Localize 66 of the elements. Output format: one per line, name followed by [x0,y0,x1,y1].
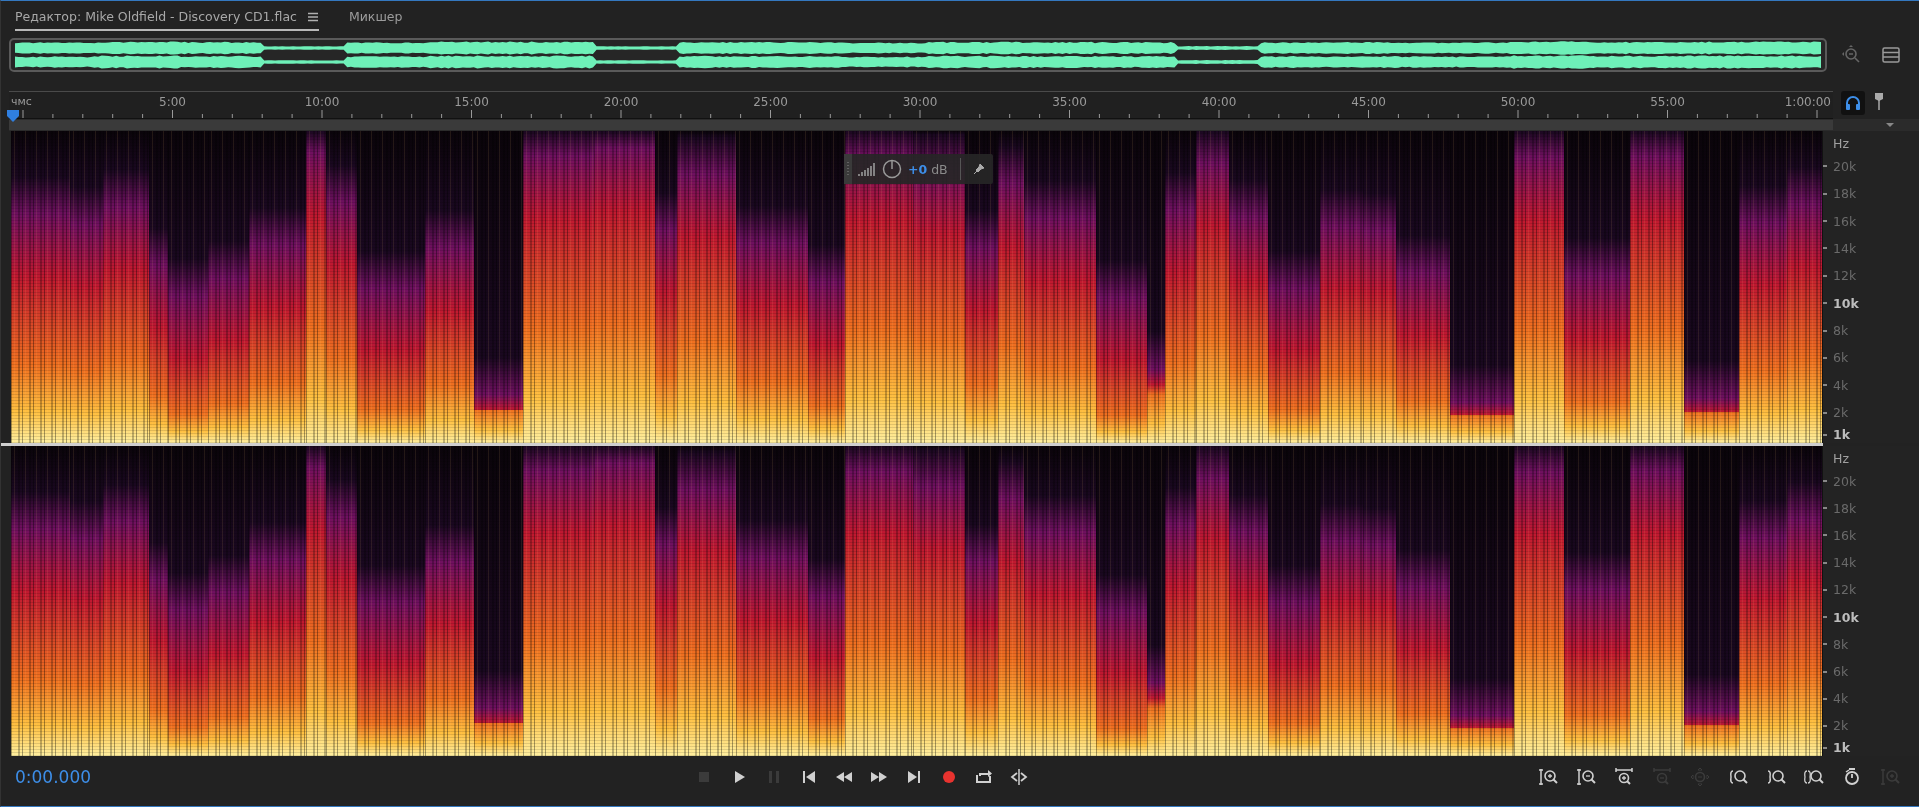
time-label: чмс [11,95,32,108]
time-label: 25:00 [753,95,788,109]
frequency-label: 20k [1833,158,1857,174]
scrollbar-thumb[interactable] [9,120,1833,130]
zoom-in-time-icon [1614,767,1634,787]
spectrogram[interactable] [11,131,1823,443]
frequency-label: 16k [1833,528,1857,543]
frequency-label: 20k [1833,473,1857,489]
zoom-out-amp-icon [1576,767,1596,787]
frequency-label: 4k [1833,691,1849,707]
frequency-label: 6k [1833,350,1849,366]
frequency-label: Hz [1833,451,1849,467]
caret-icon[interactable] [1885,122,1895,128]
time-label: 5:00 [159,95,186,109]
frequency-label: 1k [1833,427,1851,443]
gain-knob[interactable] [882,159,902,179]
time-label: 10:00 [304,95,340,109]
frequency-label: 18k [1833,500,1857,516]
current-time[interactable]: 0:00.000 [15,767,691,787]
frequency-label: 2k [1833,718,1849,734]
frequency-label: 2k [1833,405,1849,421]
zoom-full-icon [1690,767,1710,787]
zoom-reset-icon [1842,767,1862,787]
frequency-label: 8k [1833,323,1849,339]
headphones-button[interactable] [1841,91,1865,115]
time-label: 40:00 [1201,95,1237,109]
editor-tab[interactable]: Микшер [348,9,403,31]
time-label: 50:00 [1500,95,1536,109]
time-ruler[interactable]: чмс 5:00 10:00 15:00 20:00 25:00 30:00 35:00 40:00 45:00 50:00 55:00 1:00:00 [9,91,1833,119]
time-label: 30:00 [902,95,938,109]
frequency-label: 6k [1833,664,1849,679]
zoom-in-left-icon [1728,767,1748,787]
frequency-label: 4k [1833,377,1849,393]
zoom-in-spectral-icon [1880,767,1900,787]
headphones-icon [1845,95,1861,111]
marker-icon[interactable] [1873,91,1885,111]
pin-icon[interactable] [972,163,985,175]
gain-value[interactable]: +0 dB [908,161,948,177]
time-label: 35:00 [1052,95,1087,109]
frequency-label: 12k [1833,268,1857,284]
frequency-label: 16k [1833,213,1857,229]
time-label: 55:00 [1650,95,1685,109]
frequency-label: 8k [1833,636,1849,652]
frequency-label: 10k [1833,609,1859,625]
zoom-in-right-icon [1766,767,1786,787]
signal-bars-icon [858,162,876,176]
time-label: 1:00:00 [1784,95,1831,109]
frequency-label: 14k [1833,555,1857,571]
time-label: 45:00 [1351,95,1386,109]
overview-waveform[interactable] [9,38,1827,72]
zoom-out-time-icon [1652,767,1672,787]
editor-tab[interactable]: Редактор: Mike Oldfield - Discovery CD1.flac [15,9,319,31]
spectrogram[interactable] [11,446,1823,756]
time-label: 20:00 [603,95,639,109]
frequency-label: 10k [1833,295,1859,311]
playhead-marker[interactable] [7,110,19,122]
menu-icon[interactable] [306,11,319,22]
list-icon[interactable] [1881,45,1901,65]
frequency-label: Hz [1833,136,1849,152]
frequency-label: 12k [1833,582,1857,598]
zoom-in-amp-icon [1538,767,1558,787]
frequency-label: 1k [1833,740,1851,756]
frequency-label: 14k [1833,240,1857,256]
skip-icon [1009,767,1029,787]
time-label: 15:00 [454,95,489,109]
frequency-label: 18k [1833,186,1857,202]
